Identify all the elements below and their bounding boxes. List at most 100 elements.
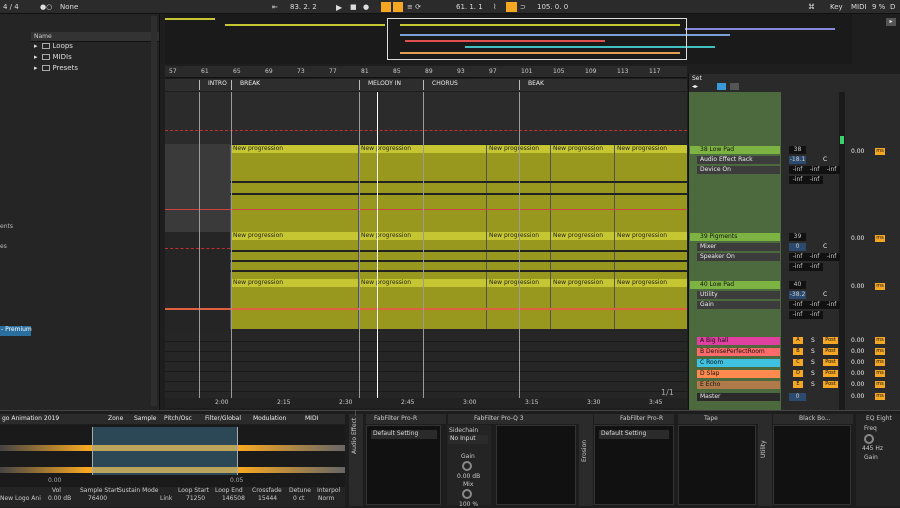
solo-button[interactable]: S: [811, 381, 815, 388]
folder-presets[interactable]: ▸ Presets: [34, 64, 78, 72]
ms-toggle[interactable]: ms: [875, 283, 885, 290]
sample-value[interactable]: -inf: [806, 263, 823, 271]
device-title-bar[interactable]: FabFilter Pro-R: [594, 414, 674, 424]
device-black-box[interactable]: [773, 425, 851, 505]
sample-value[interactable]: -inf: [789, 311, 806, 319]
tab-midi[interactable]: MIDI: [305, 415, 318, 422]
clip[interactable]: New progression: [230, 145, 358, 232]
sample-value[interactable]: -inf: [789, 253, 806, 261]
instrument-title[interactable]: go Animation 2019: [2, 415, 59, 422]
pan-field[interactable]: C: [823, 291, 827, 298]
post-button[interactable]: Post: [823, 381, 838, 388]
return-name[interactable]: B DenisePerfectRoom: [697, 348, 780, 356]
sample-value[interactable]: -inf: [823, 301, 840, 309]
device-eq-eight[interactable]: EQ Eight Freq 445 Hz Gain: [856, 414, 900, 506]
device-title-bar[interactable]: Black Bo...: [773, 414, 853, 424]
sample-value[interactable]: -inf: [789, 263, 806, 271]
freq-knob[interactable]: [864, 434, 874, 444]
track-lane-40[interactable]: New progression New progression New prog…: [165, 279, 687, 329]
locator-intro[interactable]: INTRO: [199, 80, 227, 90]
gain-knob[interactable]: [462, 461, 472, 471]
send-value[interactable]: 0.00: [851, 348, 864, 355]
ms-toggle[interactable]: ms: [875, 381, 885, 388]
solo-button[interactable]: S: [811, 370, 815, 377]
mix-knob[interactable]: [462, 489, 472, 499]
tab-sample[interactable]: Sample: [134, 415, 157, 422]
send-value[interactable]: 0.00: [851, 337, 864, 344]
sample-value[interactable]: -inf: [823, 253, 840, 261]
post-button[interactable]: Post: [823, 359, 838, 366]
param-value[interactable]: 71250: [186, 495, 205, 502]
gear-icon[interactable]: [730, 83, 739, 90]
param-value[interactable]: 76400: [88, 495, 107, 502]
volume-field[interactable]: -18.1: [789, 156, 806, 164]
device-fabfilter-pro-q3[interactable]: [496, 425, 576, 505]
volume-field[interactable]: -38.2: [789, 291, 806, 299]
tab-zone[interactable]: Zone: [108, 415, 123, 422]
ms-toggle[interactable]: ms: [875, 370, 885, 377]
return-letter[interactable]: C: [793, 359, 803, 366]
quantize-select[interactable]: None: [60, 3, 78, 11]
track-header[interactable]: 38 Low Pad: [690, 146, 780, 154]
send-value[interactable]: 0.00: [851, 381, 864, 388]
param-value[interactable]: 15444: [258, 495, 277, 502]
locator-chorus[interactable]: CHORUS: [423, 80, 458, 90]
ms-toggle[interactable]: ms: [875, 359, 885, 366]
param-value[interactable]: 0 ct: [293, 495, 304, 502]
folder-loops[interactable]: ▸ Loops: [34, 42, 73, 50]
return-name[interactable]: C Room: [697, 359, 780, 367]
arrangement-view[interactable]: New progression New progression New prog…: [165, 92, 687, 400]
locator-break[interactable]: BREAK: [231, 80, 260, 90]
track-number[interactable]: 39: [789, 233, 806, 241]
tab-pitch-osc[interactable]: Pitch/Osc: [164, 415, 192, 422]
locator-melody-in[interactable]: MELODY IN: [359, 80, 401, 90]
freq-value[interactable]: 445 Hz: [862, 445, 883, 452]
stop-button[interactable]: ■: [350, 3, 357, 11]
sample-value[interactable]: -inf: [789, 166, 806, 174]
play-button[interactable]: ▶: [336, 3, 342, 12]
clip[interactable]: New progression: [230, 279, 358, 329]
return-letter[interactable]: D: [793, 370, 803, 377]
pan-field[interactable]: C: [823, 156, 827, 163]
key-map-icon[interactable]: ⌘: [808, 3, 815, 11]
draw-mode-icon[interactable]: ⌇: [493, 3, 496, 11]
rack-label[interactable]: Erosion: [581, 440, 588, 462]
arrangement-overview[interactable]: ▸: [165, 14, 896, 64]
device-chain-strip[interactable]: Erosion: [579, 414, 593, 506]
sample-value[interactable]: -inf: [823, 166, 840, 174]
tab-filter-global[interactable]: Filter/Global: [205, 415, 241, 422]
return-name[interactable]: D Slap: [697, 370, 780, 378]
return-track-c[interactable]: C Room C S Post 0.00 ms: [689, 358, 900, 368]
device-fabfilter-pro-r[interactable]: Default Setting: [366, 425, 441, 505]
send-value[interactable]: 0.00: [851, 283, 864, 290]
browser-header[interactable]: Name: [31, 32, 159, 42]
device-chain-strip[interactable]: Audio Effect ...: [349, 410, 363, 506]
track-header[interactable]: 39 Pigments: [690, 233, 780, 241]
send-value[interactable]: 0.00: [851, 359, 864, 366]
parameter-chooser[interactable]: Gain: [697, 301, 780, 309]
locator-beak[interactable]: BEAK: [519, 80, 544, 90]
clip[interactable]: New progression: [614, 145, 687, 232]
ms-toggle[interactable]: ms: [875, 337, 885, 344]
send-value[interactable]: 0.00: [851, 148, 864, 155]
track-number[interactable]: 40: [789, 281, 806, 289]
sidebar-item-premium[interactable]: - Premium: [0, 326, 32, 336]
return-track-a[interactable]: A Big hall A S Post 0.00 ms: [689, 336, 900, 346]
track-lane-38[interactable]: New progression New progression New prog…: [165, 145, 687, 232]
track-header[interactable]: 40 Low Pad: [690, 281, 780, 289]
device-title-bar[interactable]: Tape: [678, 414, 758, 424]
device-fabfilter-pro-r-2[interactable]: Default Setting: [594, 425, 674, 505]
bar-ruler[interactable]: 57 61 65 69 73 77 81 85 89 93 97 101 105…: [165, 66, 687, 78]
time-ruler[interactable]: 2:00 2:15 2:30 2:45 3:00 3:15 3:30 3:45: [165, 398, 687, 408]
sample-value[interactable]: -inf: [789, 301, 806, 309]
parameter-chooser[interactable]: Speaker On: [697, 253, 780, 261]
preset-field[interactable]: Default Setting: [371, 430, 437, 439]
return-track-b[interactable]: B DenisePerfectRoom B S Post 0.00 ms: [689, 347, 900, 357]
nav-arrows-icon[interactable]: ◂▸: [692, 83, 698, 90]
sample-value[interactable]: -inf: [789, 176, 806, 184]
master-track[interactable]: Master 0 0.00 ms: [689, 392, 900, 402]
device-title-bar[interactable]: FabFilter Pro-Q 3: [448, 414, 586, 424]
post-button[interactable]: Post: [823, 337, 838, 344]
loop-start-field[interactable]: 61. 1. 1: [456, 3, 483, 11]
preset-field[interactable]: Default Setting: [599, 430, 669, 439]
